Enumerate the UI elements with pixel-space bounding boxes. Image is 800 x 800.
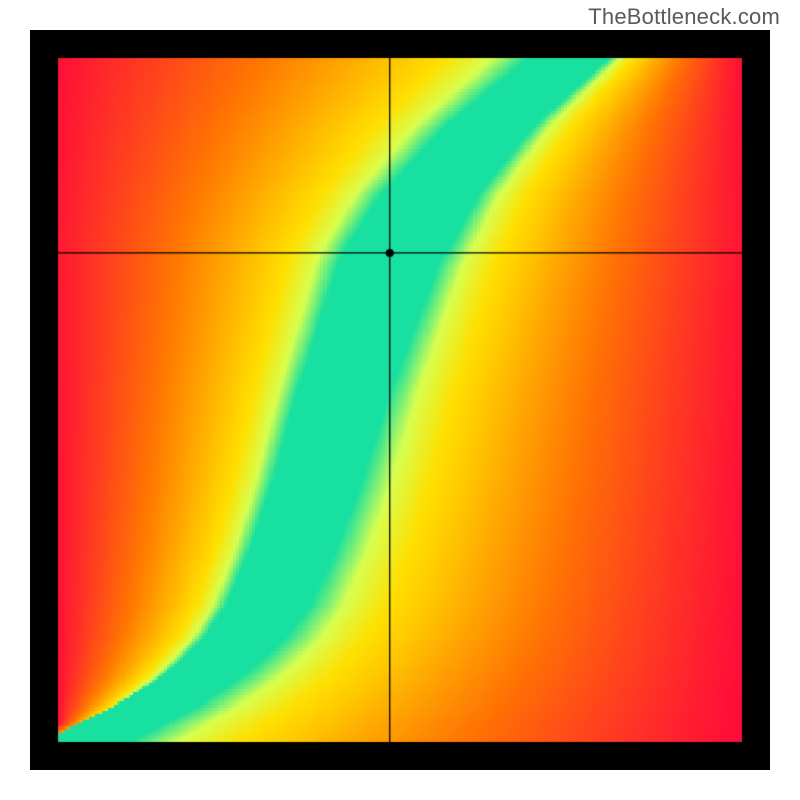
chart-container: TheBottleneck.com xyxy=(0,0,800,800)
watermark-text: TheBottleneck.com xyxy=(588,4,780,30)
bottleneck-heatmap xyxy=(30,30,770,770)
